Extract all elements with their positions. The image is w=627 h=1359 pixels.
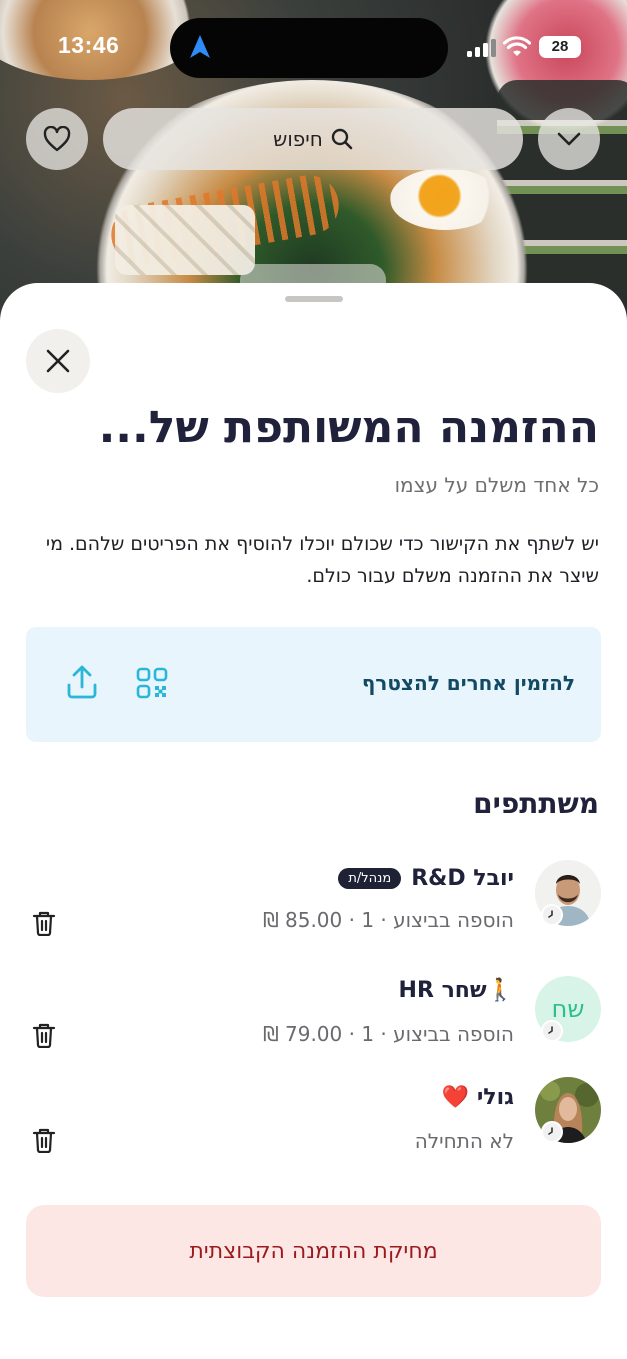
navigation-arrow-icon xyxy=(190,35,210,58)
close-icon xyxy=(46,349,70,373)
clock-icon xyxy=(541,1020,563,1042)
participant-name: גולי ❤️ xyxy=(441,1085,514,1110)
chevron-down-icon xyxy=(557,132,581,146)
page-title: ההזמנה המשותפת של... xyxy=(98,402,599,453)
participant-row[interactable]: שח 🚶שחר HR הוספה בביצוע · 1 · ‏79.00 ₪ xyxy=(0,976,627,1076)
trash-icon[interactable] xyxy=(32,910,56,936)
status-time: 13:46 xyxy=(58,32,120,58)
signal-icon xyxy=(467,39,496,57)
wifi-icon xyxy=(503,36,531,56)
delete-group-order-button[interactable]: מחיקת ההזמנה הקבוצתית xyxy=(26,1205,601,1297)
trash-icon[interactable] xyxy=(32,1022,56,1048)
share-icon[interactable] xyxy=(66,665,98,699)
invite-card[interactable]: להזמין אחרים להצטרף xyxy=(26,627,601,742)
participant-status: לא התחילה xyxy=(414,1129,514,1153)
avatar-initials: שח xyxy=(551,995,585,1023)
search-bar[interactable]: חיפוש xyxy=(103,108,523,170)
participants-heading: משתתפים xyxy=(473,787,599,820)
clock-icon xyxy=(541,904,563,926)
search-label: חיפוש xyxy=(273,127,323,151)
clock-icon xyxy=(541,1121,563,1143)
status-bar: 13:46 28 xyxy=(0,0,627,96)
battery-indicator: 28 xyxy=(539,36,581,58)
sheet-grabber[interactable] xyxy=(285,296,343,302)
participant-row[interactable]: גולי ❤️ לא התחילה xyxy=(0,1077,627,1177)
search-icon xyxy=(331,128,353,150)
delete-label: מחיקת ההזמנה הקבוצתית xyxy=(189,1238,438,1264)
participant-status: הוספה בביצוע · 1 · ‏85.00 ₪ xyxy=(262,908,514,932)
collapse-button[interactable] xyxy=(538,108,600,170)
heart-icon xyxy=(43,126,71,152)
page-subtitle: כל אחד משלם על עצמו xyxy=(394,473,599,497)
participant-status: הוספה בביצוע · 1 · ‏79.00 ₪ xyxy=(262,1022,514,1046)
qr-code-icon[interactable] xyxy=(136,667,168,699)
participant-row[interactable]: יובל R&Dמנהל/ת הוספה בביצוע · 1 · ‏85.00… xyxy=(0,860,627,960)
participant-name: יובל R&Dמנהל/ת xyxy=(338,866,514,891)
admin-badge: מנהל/ת xyxy=(338,868,402,889)
share-description: יש לשתף את הקישור כדי שכולם יוכלו להוסיף… xyxy=(45,533,599,587)
close-button[interactable] xyxy=(26,329,90,393)
favorite-button[interactable] xyxy=(26,108,88,170)
participant-name: 🚶שחר HR xyxy=(398,978,514,1003)
trash-icon[interactable] xyxy=(32,1127,56,1153)
invite-label: להזמין אחרים להצטרף xyxy=(361,671,575,695)
